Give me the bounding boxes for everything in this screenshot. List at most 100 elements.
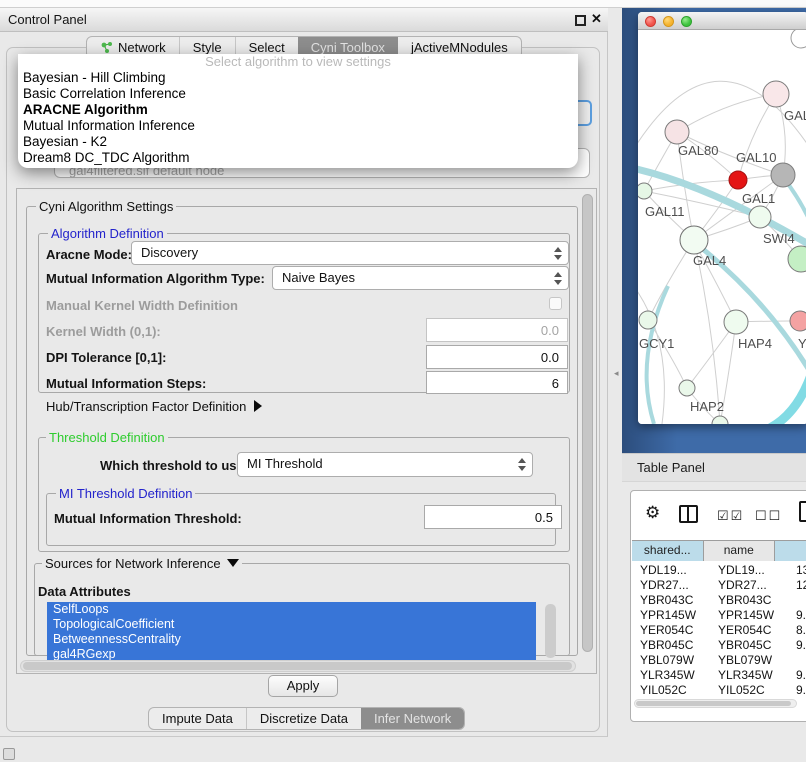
network-node[interactable] <box>791 30 806 48</box>
algorithm-option[interactable]: ARACNE Algorithm <box>18 102 578 118</box>
close-traffic-light-icon[interactable] <box>645 16 656 27</box>
table-row[interactable]: YBL079WYBL079W <box>631 653 806 668</box>
control-panel-titlebar: Control Panel <box>0 8 608 32</box>
algorithm-dropdown-popup: Select algorithm to view settings Bayesi… <box>18 54 578 168</box>
data-attributes-list[interactable]: SelfLoopsTopologicalCoefficientBetweenne… <box>47 602 536 663</box>
network-desktop-background: GALGAL80GAL10GAL1GAL11SWI4GAL4GCY1HAP4YH… <box>622 8 806 453</box>
table-row[interactable]: YER054CYER054C8. <box>631 623 806 638</box>
kernel-width-input[interactable]: 0.0 <box>426 318 568 342</box>
table-row[interactable]: YPR145WYPR145W9. <box>631 608 806 623</box>
table-row[interactable]: YDR27...YDR27...12 <box>631 578 806 593</box>
mi-threshold-group-title: MI Threshold Definition <box>56 486 195 501</box>
network-node-gal1[interactable] <box>749 206 771 228</box>
minimize-traffic-light-icon[interactable] <box>663 16 674 27</box>
table-panel: ⚙ ☑☑ ☐☐ shared...name YDL19...YDL19...13… <box>630 490 806 722</box>
node-label: GAL1 <box>742 191 775 206</box>
network-node-y[interactable] <box>790 311 806 331</box>
split-pane-icon[interactable] <box>679 505 698 523</box>
network-node-swi4[interactable] <box>788 246 806 272</box>
algorithm-option[interactable]: Bayesian - K2 <box>18 134 578 150</box>
minimized-panel-icon[interactable] <box>3 748 15 760</box>
gear-icon[interactable]: ⚙ <box>645 503 660 523</box>
node-label: Y <box>798 336 806 351</box>
node-label: GCY1 <box>639 336 674 351</box>
table-row[interactable]: YDL19...YDL19...13 <box>631 563 806 578</box>
algorithm-option[interactable]: Mutual Information Inference <box>18 118 578 134</box>
table-row[interactable]: YLR345WYLR345W9. <box>631 668 806 683</box>
float-window-icon[interactable] <box>575 15 586 26</box>
mi-type-combo[interactable]: Naive Bayes <box>272 266 569 290</box>
column-header[interactable] <box>775 541 806 561</box>
table-horizontal-scrollbar[interactable] <box>634 699 797 708</box>
close-icon[interactable]: ✕ <box>591 11 602 27</box>
which-threshold-combo[interactable]: MI Threshold <box>237 452 533 477</box>
settings-horizontal-scrollbar[interactable] <box>20 660 576 672</box>
network-node-hap4[interactable] <box>724 310 748 334</box>
document-icon[interactable] <box>799 501 806 522</box>
tab-impute-data[interactable]: Impute Data <box>149 708 246 729</box>
attribute-item[interactable]: BetweennessCentrality <box>47 632 536 647</box>
network-node-gal[interactable] <box>763 81 789 107</box>
table-cell: 9. <box>788 668 806 683</box>
mi-threshold-input[interactable]: 0.5 <box>424 505 562 529</box>
settings-vertical-scrollbar[interactable] <box>582 194 593 652</box>
control-panel-title: Control Panel <box>8 12 87 27</box>
data-attributes-label: Data Attributes <box>38 584 131 599</box>
check-all-icon[interactable]: ☑☑ <box>717 508 744 524</box>
table-cell: YER054C <box>710 623 788 638</box>
algorithm-option[interactable]: Bayesian - Hill Climbing <box>18 70 578 86</box>
splitter-handle[interactable]: ◂ <box>614 368 619 379</box>
network-node-gal11[interactable] <box>638 183 652 199</box>
top-strip <box>0 0 806 8</box>
aracne-mode-combo[interactable]: Discovery <box>131 241 569 265</box>
table-row[interactable]: YBR043CYBR043C <box>631 593 806 608</box>
table-cell: 13 <box>788 563 806 578</box>
network-node-gal80[interactable] <box>665 120 689 144</box>
algorithm-option[interactable]: Basic Correlation Inference <box>18 86 578 102</box>
sources-group-title[interactable]: Sources for Network Inference <box>42 556 242 571</box>
control-panel-bottom-tabs: Impute DataDiscretize Data Infer Network <box>148 707 465 730</box>
column-header[interactable]: shared... <box>632 541 704 561</box>
network-node-hap2[interactable] <box>679 380 695 396</box>
manual-kernel-checkbox[interactable] <box>549 297 562 310</box>
network-canvas[interactable]: GALGAL80GAL10GAL1GAL11SWI4GAL4GCY1HAP4YH… <box>638 30 806 424</box>
algorithm-dropdown-items: Bayesian - Hill ClimbingBasic Correlatio… <box>18 70 578 166</box>
network-node-gal10[interactable] <box>771 163 795 187</box>
attribute-item[interactable]: SelfLoops <box>47 602 536 617</box>
network-window: GALGAL80GAL10GAL1GAL11SWI4GAL4GCY1HAP4YH… <box>638 12 806 424</box>
algorithm-option[interactable]: Dream8 DC_TDC Algorithm <box>18 150 578 166</box>
network-node[interactable] <box>712 416 728 424</box>
dpi-tolerance-input[interactable]: 0.0 <box>426 345 568 369</box>
zoom-traffic-light-icon[interactable] <box>681 16 692 27</box>
table-cell: YBR043C <box>632 593 710 608</box>
which-threshold-label: Which threshold to use: <box>100 458 248 473</box>
attribute-item[interactable]: TopologicalCoefficient <box>47 617 536 632</box>
node-label: HAP4 <box>738 336 772 351</box>
tab-label: Infer Network <box>374 708 451 729</box>
table-row[interactable]: YBR045CYBR045C9. <box>631 638 806 653</box>
mi-steps-input[interactable]: 6 <box>426 371 568 394</box>
node-label: GAL11 <box>645 204 685 219</box>
attributes-list-scrollbar[interactable] <box>545 604 556 658</box>
table-cell: 9. <box>788 608 806 623</box>
table-row[interactable]: YIL052CYIL052C9. <box>631 683 806 698</box>
uncheck-all-icon[interactable]: ☐☐ <box>755 508 782 524</box>
tab-infer-network[interactable]: Infer Network <box>361 708 464 729</box>
network-node[interactable] <box>729 171 747 189</box>
kernel-width-value: 0.0 <box>541 323 559 338</box>
network-node-gal4[interactable] <box>680 226 708 254</box>
tab-discretize-data[interactable]: Discretize Data <box>246 708 361 729</box>
mi-steps-label: Mutual Information Steps: <box>46 376 206 391</box>
node-label: GAL <box>784 108 806 123</box>
hub-definition-expander[interactable]: Hub/Transcription Factor Definition <box>46 399 262 414</box>
manual-kernel-label: Manual Kernel Width Definition <box>46 298 238 313</box>
mi-threshold-label: Mutual Information Threshold: <box>54 511 242 526</box>
stepper-arrows-icon <box>553 271 562 286</box>
apply-button[interactable]: Apply <box>268 675 338 697</box>
table-cell: 9. <box>788 683 806 698</box>
column-header[interactable]: name <box>704 541 776 561</box>
network-window-titlebar[interactable] <box>638 12 806 30</box>
network-node-gcy1[interactable] <box>639 311 657 329</box>
hub-definition-label: Hub/Transcription Factor Definition <box>46 399 246 414</box>
mi-type-value: Naive Bayes <box>282 270 355 285</box>
